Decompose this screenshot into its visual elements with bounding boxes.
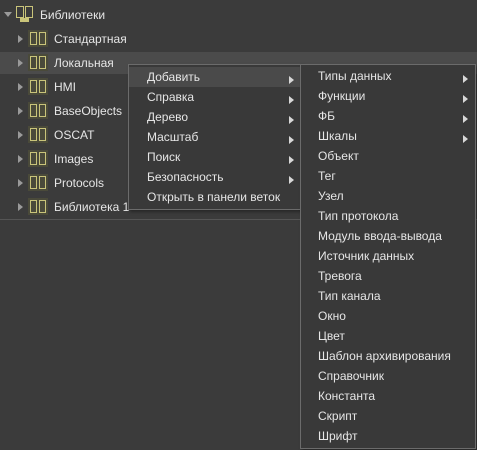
menu-item-label: Функции — [318, 89, 366, 103]
menu-item[interactable]: Безопасность — [129, 167, 301, 187]
library-icon — [28, 198, 48, 215]
menu-item[interactable]: Окно — [301, 306, 475, 326]
menu-item-label: Модуль ввода-вывода — [318, 229, 442, 243]
collapsed-arrow-icon[interactable] — [16, 130, 26, 140]
submenu-arrow-icon — [289, 133, 295, 144]
menu-item[interactable]: Справка — [129, 87, 301, 107]
tree-item-label: Images — [54, 152, 94, 166]
menu-item-label: Шрифт — [318, 429, 358, 443]
context-menu: Добавить Справка Дерево Масштаб Поиск Безопас… — [128, 64, 302, 210]
library-icon — [28, 102, 48, 119]
collapsed-arrow-icon[interactable] — [16, 34, 26, 44]
tree-item-label: Стандартная — [54, 32, 127, 46]
menu-item[interactable]: Шаблон архивирования — [301, 346, 475, 366]
collapsed-arrow-icon[interactable] — [16, 202, 26, 212]
tree-item-label: OSCAT — [54, 128, 95, 142]
menu-item-label: Шаблон архивирования — [318, 349, 451, 363]
libraries-icon — [16, 6, 34, 23]
menu-item[interactable]: Тег — [301, 166, 475, 186]
menu-item-label: Поиск — [147, 150, 181, 164]
menu-item[interactable]: Узел — [301, 186, 475, 206]
menu-item[interactable]: Источник данных — [301, 246, 475, 266]
menu-item[interactable]: Объект — [301, 146, 475, 166]
tree-item-label: Библиотека 1 — [54, 200, 130, 214]
menu-item-label: Узел — [318, 189, 344, 203]
menu-item-label: Окно — [318, 309, 346, 323]
submenu-arrow-icon — [463, 72, 469, 83]
menu-item-label: Типы данных — [318, 69, 392, 83]
menu-item-label: Открыть в панели веток — [147, 190, 281, 204]
menu-item[interactable]: Функции — [301, 86, 475, 106]
menu-item[interactable]: Тип канала — [301, 286, 475, 306]
menu-item-label: Добавить — [147, 70, 201, 84]
library-icon — [28, 78, 48, 95]
add-submenu: Типы данных Функции ФБ Шкалы Объект Тег Узел Ти… — [300, 64, 476, 449]
submenu-arrow-icon — [463, 112, 469, 123]
menu-item[interactable]: Скрипт — [301, 406, 475, 426]
submenu-arrow-icon — [289, 113, 295, 124]
collapsed-arrow-icon[interactable] — [16, 58, 26, 68]
collapsed-arrow-icon[interactable] — [16, 106, 26, 116]
library-icon — [28, 54, 48, 71]
menu-item-label: Объект — [318, 149, 359, 163]
menu-item[interactable]: Поиск — [129, 147, 301, 167]
menu-item[interactable]: ФБ — [301, 106, 475, 126]
menu-item-label: Дерево — [147, 110, 189, 124]
menu-item-label: Масштаб — [147, 130, 199, 144]
menu-item[interactable]: Шкалы — [301, 126, 475, 146]
submenu-arrow-icon — [463, 92, 469, 103]
tree-item-label: HMI — [54, 80, 76, 94]
menu-item[interactable]: Модуль ввода-вывода — [301, 226, 475, 246]
collapsed-arrow-icon[interactable] — [16, 154, 26, 164]
submenu-arrow-icon — [289, 93, 295, 104]
collapsed-arrow-icon[interactable] — [16, 82, 26, 92]
menu-item-label: Безопасность — [147, 170, 224, 184]
tree-root-label: Библиотеки — [40, 8, 106, 22]
tree-root-row[interactable]: Библиотеки — [0, 4, 477, 26]
library-icon — [28, 30, 48, 47]
menu-item-label: Справочник — [318, 369, 384, 383]
menu-item[interactable]: Цвет — [301, 326, 475, 346]
menu-item-label: Источник данных — [318, 249, 415, 263]
menu-item-label: Тревога — [318, 269, 362, 283]
menu-item[interactable]: Типы данных — [301, 66, 475, 86]
menu-item-label: ФБ — [318, 109, 335, 123]
menu-item-label: Скрипт — [318, 409, 358, 423]
expanded-arrow-icon[interactable] — [3, 10, 13, 20]
menu-item[interactable]: Шрифт — [301, 426, 475, 446]
menu-item[interactable]: Тревога — [301, 266, 475, 286]
collapsed-arrow-icon[interactable] — [16, 178, 26, 188]
menu-item[interactable]: Открыть в панели веток — [129, 187, 301, 207]
menu-item[interactable]: Тип протокола — [301, 206, 475, 226]
tree-item-label: Protocols — [54, 176, 105, 190]
menu-item[interactable]: Масштаб — [129, 127, 301, 147]
menu-item[interactable]: Справочник — [301, 366, 475, 386]
menu-item-label: Справка — [147, 90, 195, 104]
menu-item-label: Тег — [318, 169, 336, 183]
tree-item-label: BaseObjects — [54, 104, 123, 118]
submenu-arrow-icon — [289, 73, 295, 84]
submenu-arrow-icon — [289, 173, 295, 184]
menu-item-label: Цвет — [318, 329, 345, 343]
menu-item[interactable]: Константа — [301, 386, 475, 406]
menu-item-label: Тип канала — [318, 289, 381, 303]
menu-item-label: Шкалы — [318, 129, 357, 143]
menu-item-label: Константа — [318, 389, 375, 403]
submenu-arrow-icon — [463, 132, 469, 143]
tree-item-label: Локальная — [54, 56, 114, 70]
library-icon — [28, 126, 48, 143]
library-icon — [28, 174, 48, 191]
menu-item-label: Тип протокола — [318, 209, 399, 223]
library-icon — [28, 150, 48, 167]
menu-item[interactable]: Добавить — [129, 67, 301, 87]
submenu-arrow-icon — [289, 153, 295, 164]
tree-item-row[interactable]: Стандартная — [0, 28, 477, 50]
menu-item[interactable]: Дерево — [129, 107, 301, 127]
